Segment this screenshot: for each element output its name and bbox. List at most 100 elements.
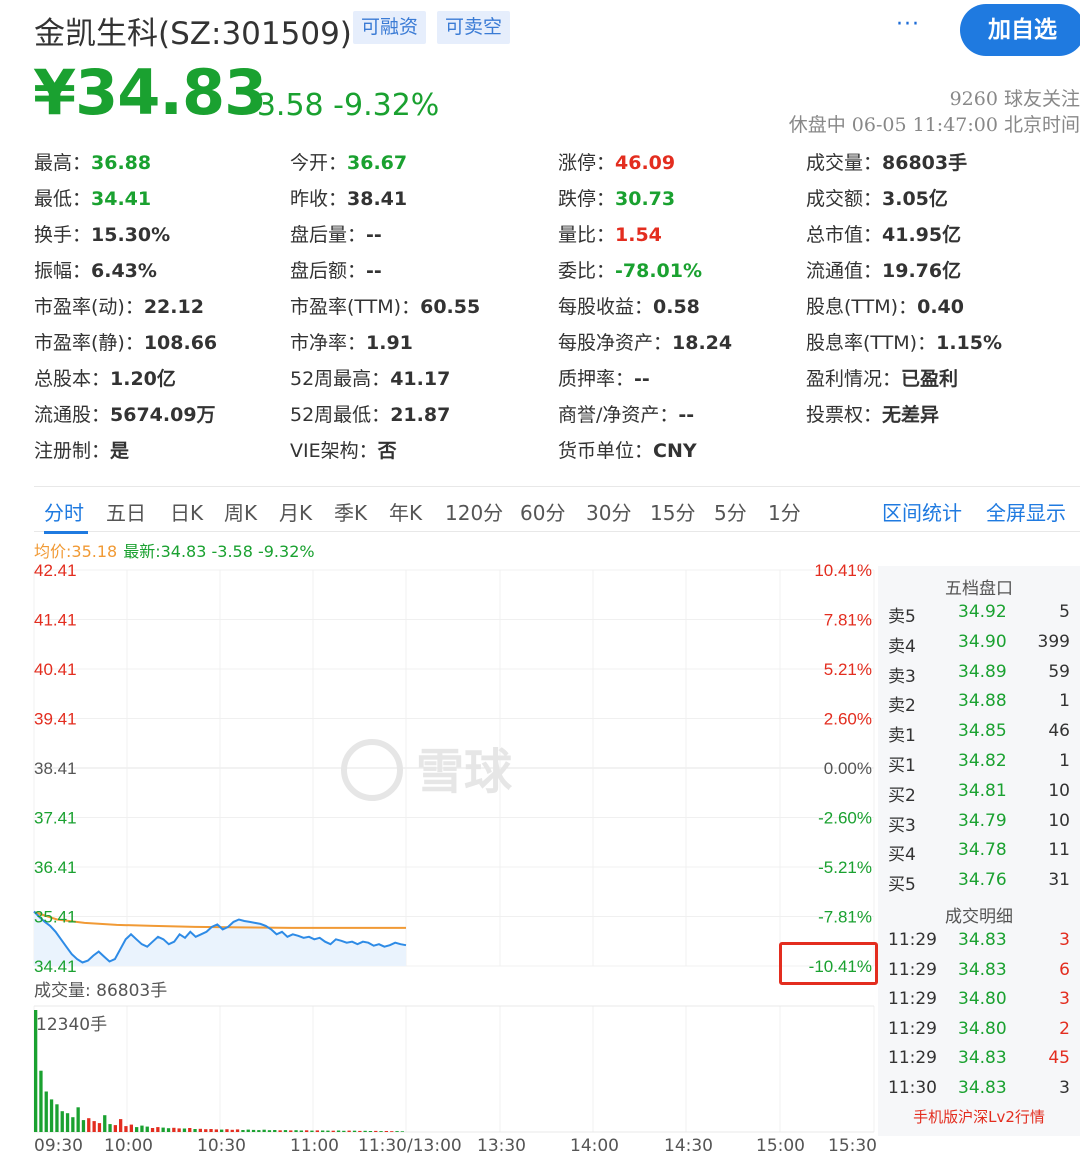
stat-label: 每股收益： <box>558 296 654 318</box>
fullscreen-link[interactable]: 全屏显示 <box>986 497 1066 526</box>
tab-8[interactable]: 60分 <box>520 497 565 526</box>
stat-label: 成交额： <box>806 188 883 210</box>
orderbook-row: 买3 34.79 10 <box>878 811 1080 841</box>
stat-value: 15.30% <box>91 224 171 246</box>
volume-bar <box>379 1131 383 1132</box>
intraday-chart[interactable]: 雪球 42.41 10.41% 41.41 7.81% 40.41 5.21% 39.41 2.… <box>0 560 880 1136</box>
pct-tick-label: 7.81% <box>824 611 872 630</box>
volume-bar <box>214 1129 218 1132</box>
volume-bar <box>140 1125 144 1132</box>
volume-bar <box>166 1128 171 1132</box>
volume-bar <box>358 1130 362 1132</box>
stat-label: 量比： <box>558 224 616 246</box>
stat-item: 最低：34.41 <box>34 184 151 211</box>
stat-label: 昨收： <box>290 188 348 210</box>
row-label: 卖3 <box>888 666 916 687</box>
stat-item: 最高：36.88 <box>34 148 151 175</box>
row-price: 34.89 <box>958 661 1007 682</box>
x-tick-label: 09:30 <box>34 1136 83 1156</box>
volume-bar <box>44 1091 48 1132</box>
stat-label: 流通值： <box>806 260 883 282</box>
volume-bar <box>97 1123 102 1132</box>
row-volume: 10 <box>1048 780 1070 801</box>
stat-label: 52周最高： <box>290 368 391 390</box>
tab-10[interactable]: 15分 <box>650 497 695 526</box>
row-price: 34.83 <box>958 1048 1007 1069</box>
row-label: 11:29 <box>888 959 937 980</box>
avg-price-label: 均价:35.18 <box>34 542 118 561</box>
volume-bar <box>161 1127 165 1132</box>
row-price: 34.79 <box>958 810 1007 831</box>
volume-bar <box>368 1131 373 1132</box>
stat-value: 38.41 <box>347 188 408 210</box>
stat-item: 流通股：5674.09万 <box>34 400 216 427</box>
lv2-promo-link[interactable]: 手机版沪深Lv2行情 <box>878 1106 1080 1127</box>
stat-item: 今开：36.67 <box>290 148 407 175</box>
row-label: 11:30 <box>888 1078 937 1098</box>
stat-label: 市盈率(静)： <box>34 332 144 354</box>
stat-value: 0.58 <box>653 296 700 318</box>
stat-label: 市盈率(TTM)： <box>290 296 421 318</box>
volume-bar <box>198 1128 202 1132</box>
tab-5[interactable]: 季K <box>334 497 367 526</box>
volume-bar <box>113 1125 117 1132</box>
more-icon[interactable]: ··· <box>896 12 920 37</box>
x-tick-label: 14:00 <box>570 1136 619 1156</box>
volume-bar <box>321 1130 325 1132</box>
tab-7[interactable]: 120分 <box>445 497 503 526</box>
stat-item: 52周最高：41.17 <box>290 364 450 391</box>
add-watchlist-button[interactable]: 加自选 <box>960 4 1080 56</box>
volume-bar <box>225 1129 229 1132</box>
row-label: 买5 <box>888 875 916 896</box>
tab-2[interactable]: 日K <box>170 497 203 526</box>
stat-value: 108.66 <box>143 332 218 354</box>
row-label: 11:29 <box>888 1048 937 1069</box>
row-price: 34.82 <box>958 751 1007 771</box>
volume-bar <box>182 1128 187 1132</box>
stat-item: 盘后量：-- <box>290 220 382 247</box>
row-volume: 1 <box>1059 751 1070 771</box>
stat-value: 46.09 <box>615 152 676 174</box>
stat-item: 昨收：38.41 <box>290 184 407 211</box>
stat-value: 无差异 <box>882 404 940 426</box>
tab-0[interactable]: 分时 <box>44 497 84 526</box>
tab-1[interactable]: 五日 <box>106 497 146 526</box>
stat-item: 投票权：无差异 <box>806 400 939 427</box>
price-tick-label: 34.41 <box>34 957 77 976</box>
tab-12[interactable]: 1分 <box>768 497 801 526</box>
range-stats-link[interactable]: 区间统计 <box>882 497 962 526</box>
volume-bar <box>374 1130 378 1132</box>
tab-4[interactable]: 月K <box>279 497 312 526</box>
stat-item: 52周最低：21.87 <box>290 400 450 427</box>
row-price: 34.90 <box>958 631 1007 652</box>
row-volume: 3 <box>1059 930 1070 950</box>
volume-bar <box>352 1130 357 1132</box>
tab-9[interactable]: 30分 <box>586 497 631 526</box>
volume-bar <box>129 1124 133 1132</box>
stat-value: 1.91 <box>366 332 413 354</box>
volume-bar <box>294 1130 298 1132</box>
stat-value: 34.41 <box>91 188 152 210</box>
x-tick-label: 10:30 <box>197 1136 246 1156</box>
tab-11[interactable]: 5分 <box>714 497 747 526</box>
margin-tag[interactable]: 可融资 <box>353 11 427 44</box>
volume-bar <box>172 1127 176 1132</box>
time-axis: 09:30 10:00 10:30 11:00 11:30/13:00 13:30 14:0… <box>0 1136 880 1161</box>
stat-value: 5674.09万 <box>110 404 216 426</box>
stat-item: 流通值：19.76亿 <box>806 256 961 283</box>
volume-bar <box>135 1127 139 1132</box>
orderbook-row: 买1 34.82 1 <box>878 751 1080 781</box>
stat-label: VIE架构： <box>290 440 378 462</box>
volume-bar <box>336 1130 341 1132</box>
followers-count[interactable]: 9260 球友关注 <box>950 84 1080 111</box>
tab-6[interactable]: 年K <box>389 497 422 526</box>
stat-item: 成交量：86803手 <box>806 148 967 175</box>
row-price: 34.80 <box>958 1018 1007 1039</box>
stat-item: 每股净资产：18.24 <box>558 328 732 355</box>
stat-label: 换手： <box>34 224 92 246</box>
market-status: 休盘中 06-05 11:47:00 北京时间 <box>788 114 1080 136</box>
volume-bar <box>273 1130 277 1132</box>
short-sell-tag[interactable]: 可卖空 <box>437 11 511 44</box>
stat-label: 市净率： <box>290 332 367 354</box>
tab-3[interactable]: 周K <box>224 497 257 526</box>
